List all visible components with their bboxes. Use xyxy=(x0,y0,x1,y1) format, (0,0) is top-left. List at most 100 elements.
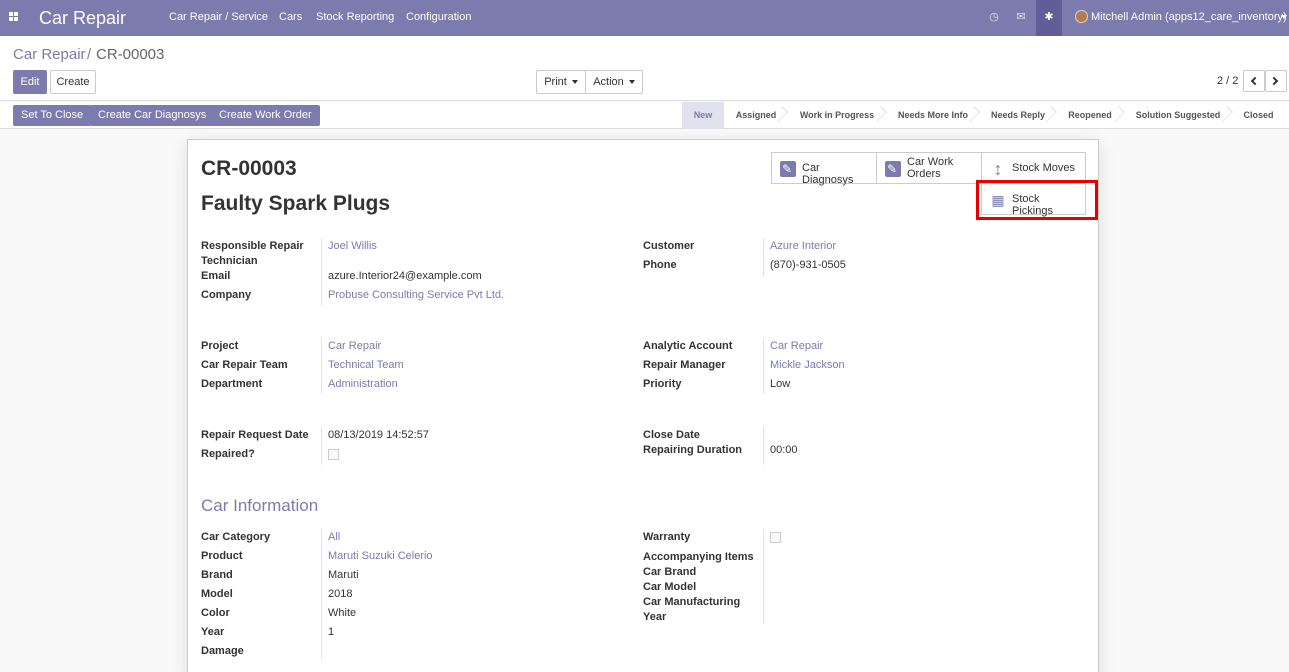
car-work-orders-label: Car Work Orders xyxy=(907,156,954,180)
technician-label: Responsible Repair Technician xyxy=(201,240,304,267)
breadcrumb-parent[interactable]: Car Repair xyxy=(13,46,86,63)
field-divider xyxy=(763,427,764,465)
set-to-close-button[interactable]: Set To Close xyxy=(13,105,92,126)
request-date-label: Repair Request Date xyxy=(201,429,309,441)
company-value[interactable]: Probuse Consulting Service Pvt Ltd. xyxy=(328,289,504,301)
stage-solution-suggested[interactable]: Solution Suggested xyxy=(1129,102,1227,129)
stage-needs-more-info[interactable]: Needs More Info xyxy=(891,102,975,129)
pencil-icon xyxy=(885,161,901,177)
repaired-checkbox[interactable] xyxy=(328,449,339,460)
menu-configuration[interactable]: Configuration xyxy=(406,11,471,23)
create-car-diagnosys-button[interactable]: Create Car Diagnosys xyxy=(90,105,215,126)
car-category-label: Car Category xyxy=(201,531,271,543)
customer-value[interactable]: Azure Interior xyxy=(770,240,836,252)
email-label: Email xyxy=(201,270,231,282)
department-label: Department xyxy=(201,378,263,390)
stage-separator xyxy=(782,102,792,129)
phone-label: Phone xyxy=(643,259,677,271)
year-value: 1 xyxy=(328,626,335,638)
car-manufacturing-year-label: Car Manufacturing Year xyxy=(643,596,741,623)
chat-icon[interactable]: ✉ xyxy=(1014,10,1028,24)
brand-value: Maruti xyxy=(328,569,359,581)
product-value[interactable]: Maruti Suzuki Celerio xyxy=(328,550,433,562)
stage-separator xyxy=(974,102,984,129)
color-label: Color xyxy=(201,607,230,619)
project-value[interactable]: Car Repair xyxy=(328,340,381,352)
analytic-account-value[interactable]: Car Repair xyxy=(770,340,823,352)
project-label: Project xyxy=(201,340,239,352)
record-id: CR-00003 xyxy=(201,157,297,180)
menu-cars[interactable]: Cars xyxy=(279,11,302,23)
print-caret-icon xyxy=(571,80,578,85)
damage-label: Damage xyxy=(201,645,244,657)
user-menu[interactable]: Mitchell Admin (apps12_care_inventory) xyxy=(1091,11,1287,23)
highlight-box xyxy=(976,180,1098,220)
brand-label: Brand xyxy=(201,569,233,581)
analytic-account-label: Analytic Account xyxy=(643,340,733,352)
car-work-orders-smart-button[interactable]: Car Work Orders xyxy=(876,152,982,184)
action-dropdown[interactable]: Action xyxy=(585,70,643,94)
warranty-checkbox[interactable] xyxy=(770,532,781,543)
phone-value: (870)-931-0505 xyxy=(770,259,846,271)
print-label: Print xyxy=(544,76,567,88)
menu-car-repair-service[interactable]: Car Repair / Service xyxy=(169,11,268,23)
pager-next-button[interactable] xyxy=(1265,70,1287,92)
car-model-label: Car Model xyxy=(643,581,697,593)
edit-button[interactable]: Edit xyxy=(13,70,47,94)
repairing-duration-label: Repairing Duration xyxy=(643,444,743,456)
year-label: Year xyxy=(201,626,225,638)
car-diagnosys-smart-button[interactable]: Car Diagnosys xyxy=(771,152,877,186)
field-divider xyxy=(321,427,322,465)
stage-closed[interactable]: Closed xyxy=(1237,102,1280,129)
repair-manager-label: Repair Manager xyxy=(643,359,726,371)
team-label: Car Repair Team xyxy=(201,359,288,371)
field-divider xyxy=(763,529,764,624)
bug-icon: ✱ xyxy=(1044,11,1054,23)
stage-separator xyxy=(1051,102,1061,129)
team-value[interactable]: Technical Team xyxy=(328,359,404,371)
car-brand-label: Car Brand xyxy=(643,566,697,578)
stage-work-in-progress[interactable]: Work in Progress xyxy=(792,102,882,129)
print-dropdown[interactable]: Print xyxy=(536,70,586,94)
department-value[interactable]: Administration xyxy=(328,378,398,390)
stock-moves-label: Stock Moves xyxy=(1012,162,1075,174)
color-value: White xyxy=(328,607,357,619)
technician-value[interactable]: Joel Willis xyxy=(328,240,377,252)
pencil-icon xyxy=(780,161,796,177)
chevron-left-icon xyxy=(1250,76,1260,86)
create-button[interactable]: Create xyxy=(50,70,96,94)
user-menu-caret-icon[interactable] xyxy=(1281,15,1287,19)
breadcrumb-separator: / xyxy=(87,46,92,63)
pager-value[interactable]: 2 / 2 xyxy=(1217,75,1238,87)
warranty-label: Warranty xyxy=(643,531,691,543)
product-label: Product xyxy=(201,550,243,562)
repair-manager-value[interactable]: Mickle Jackson xyxy=(770,359,845,371)
breadcrumb-current: CR-00003 xyxy=(96,46,165,63)
stage-separator xyxy=(1119,102,1129,129)
apps-menu-icon[interactable] xyxy=(9,12,18,21)
stage-separator xyxy=(1227,102,1237,129)
pager-previous-button[interactable] xyxy=(1243,70,1265,92)
create-work-order-button[interactable]: Create Work Order xyxy=(211,105,320,126)
action-caret-icon xyxy=(628,80,635,85)
repairing-duration-value: 00:00 xyxy=(770,444,798,456)
close-date-label: Close Date xyxy=(643,429,700,441)
car-category-value[interactable]: All xyxy=(328,531,340,543)
car-diagnosys-label: Car Diagnosys xyxy=(802,162,854,186)
action-label: Action xyxy=(593,76,624,88)
model-label: Model xyxy=(201,588,233,600)
field-divider xyxy=(321,238,322,306)
field-divider xyxy=(321,338,322,394)
activity-clock-icon[interactable]: ◷ xyxy=(987,10,1001,24)
accompanying-items-label: Accompanying Items xyxy=(643,551,754,563)
stage-separator xyxy=(881,102,891,129)
stage-new[interactable]: New xyxy=(682,102,724,129)
record-name: Faulty Spark Plugs xyxy=(201,192,391,215)
app-title: Car Repair xyxy=(39,8,127,28)
control-panel xyxy=(0,36,1289,101)
car-information-heading: Car Information xyxy=(201,496,319,515)
email-value: azure.Interior24@example.com xyxy=(328,270,482,282)
field-divider xyxy=(763,238,764,276)
avatar[interactable] xyxy=(1075,10,1088,23)
menu-stock-reporting[interactable]: Stock Reporting xyxy=(316,11,394,23)
